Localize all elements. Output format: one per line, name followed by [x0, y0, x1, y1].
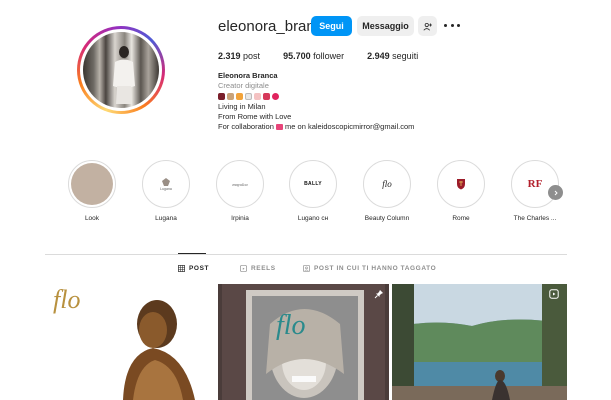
- highlight-label: The Charles ...: [513, 215, 557, 222]
- bio-line-3: For collaboration me on kaleidoscopicmir…: [218, 122, 414, 132]
- posts-stat: 2.319 post: [218, 51, 260, 61]
- post-tile-2[interactable]: flo: [218, 284, 389, 400]
- post-2-art-text: flo: [276, 310, 306, 341]
- more-options-icon[interactable]: [444, 18, 460, 32]
- highlight-cover: Lugana: [145, 163, 187, 205]
- bio-line-3-suffix: me on kaleidoscopicmirror@gmail.com: [282, 122, 415, 132]
- love-letter-emoji-icon: [275, 124, 283, 131]
- post-1-art-text: flo: [53, 285, 80, 314]
- highlight-lugano[interactable]: BALLY Lugano ᴄʜ: [283, 160, 343, 222]
- highlight-cover: BALLY: [292, 163, 334, 205]
- highlight-ring: flo: [363, 160, 411, 208]
- sparkle-emoji-icon: [254, 93, 261, 101]
- post-tile-3[interactable]: [392, 284, 567, 400]
- irpinia-logo-text: mayolca: [232, 181, 248, 187]
- avatar-inner: [80, 29, 162, 111]
- tab-reels[interactable]: REELS: [240, 265, 276, 272]
- tabs-divider: [45, 254, 567, 255]
- posts-label: post: [243, 51, 261, 61]
- heart-outline-emoji-icon: [245, 93, 252, 101]
- highlight-lugana[interactable]: Lugana Lugana: [136, 160, 196, 222]
- tab-tagged[interactable]: POST IN CUI TI HANNO TAGGATO: [303, 265, 436, 272]
- pinned-post-icon: [374, 290, 383, 299]
- bio-line-1: Living in Milan: [218, 101, 266, 111]
- highlight-cover: mayolca: [219, 163, 261, 205]
- bio-name: Eleonora Branca: [218, 71, 278, 80]
- followers-label: follower: [313, 51, 345, 61]
- highlight-ring: RF: [511, 160, 559, 208]
- follow-button[interactable]: Segui: [311, 16, 352, 36]
- fork-knife-emoji-icon: [227, 93, 234, 101]
- highlight-irpinia[interactable]: mayolca Irpinia: [210, 160, 270, 222]
- tab-tagged-label: POST IN CUI TI HANNO TAGGATO: [314, 265, 437, 272]
- bio-category: Creator digitale: [218, 81, 269, 91]
- highlight-ring: [437, 160, 485, 208]
- post-1-image: flo: [45, 284, 216, 400]
- chevron-right-icon: [554, 190, 558, 195]
- highlight-cover: RF: [514, 163, 556, 205]
- highlight-beauty-column[interactable]: flo Beauty Column: [357, 160, 417, 222]
- highlight-cover: flo: [366, 163, 408, 205]
- post-2-image: flo: [218, 284, 389, 400]
- tab-reels-label: REELS: [251, 265, 276, 272]
- bio-line-2: From Rome with Love: [218, 111, 292, 121]
- highlight-label: Beauty Column: [364, 215, 410, 222]
- highlight-ring: mayolca: [216, 160, 264, 208]
- highlight-label: Lugana: [155, 215, 177, 222]
- highlight-ring: [68, 160, 116, 208]
- bio-line-3-prefix: For collaboration: [218, 122, 276, 132]
- rome-crest-icon: [457, 179, 465, 190]
- following-count: 2.949: [367, 51, 390, 61]
- post-3-image: [392, 284, 567, 400]
- bio-emoji-row: [218, 92, 414, 102]
- highlight-label: Lugano ᴄʜ: [297, 215, 329, 222]
- add-user-icon: [423, 22, 432, 31]
- profile-bio: Eleonora Branca Creator digitale Living …: [218, 71, 414, 132]
- message-button[interactable]: Messaggio: [357, 16, 414, 36]
- lugana-logo-text: Lugana: [160, 186, 172, 191]
- highlight-cover: [440, 163, 482, 205]
- reel-post-icon: [549, 289, 559, 299]
- highlights-next-button[interactable]: [548, 185, 563, 200]
- profile-avatar[interactable]: [77, 26, 165, 114]
- followers-count: 95.700: [283, 51, 311, 61]
- highlight-ring: Lugana: [142, 160, 190, 208]
- highlight-rome[interactable]: Rome: [431, 160, 491, 222]
- avatar-figure: [113, 46, 135, 104]
- lips-emoji-icon: [272, 93, 279, 101]
- posts-count: 2.319: [218, 51, 241, 61]
- highlight-cover: [71, 163, 113, 205]
- highlight-label: Look: [84, 215, 100, 222]
- lugana-crest-icon: [162, 177, 170, 186]
- active-tab-indicator: [178, 253, 206, 254]
- tab-posts[interactable]: POST: [178, 265, 209, 272]
- highlight-label: Irpinia: [231, 215, 249, 222]
- rf-logo-text: RF: [527, 178, 543, 190]
- avatar-photo: [83, 32, 159, 108]
- grid-icon: [178, 265, 185, 272]
- following-stat[interactable]: 2.949 seguiti: [367, 51, 418, 61]
- highlight-ring: BALLY: [289, 160, 337, 208]
- reels-icon: [240, 265, 247, 272]
- profile-stats: 2.319 post 95.700 follower 2.949 seguiti: [218, 51, 441, 61]
- post-tile-1[interactable]: flo: [45, 284, 216, 400]
- followers-stat[interactable]: 95.700 follower: [283, 51, 344, 61]
- tagged-icon: [303, 265, 310, 272]
- bally-logo-text: BALLY: [304, 181, 322, 187]
- following-label: seguiti: [392, 51, 419, 61]
- tab-posts-label: POST: [189, 265, 210, 272]
- highlight-label: Rome: [452, 215, 470, 222]
- rose-emoji-icon: [263, 93, 270, 101]
- flo-logo-text: flo: [382, 179, 392, 189]
- wine-emoji-icon: [218, 93, 225, 101]
- highlight-look[interactable]: Look: [62, 160, 122, 222]
- add-user-button[interactable]: [418, 16, 437, 36]
- bee-emoji-icon: [236, 93, 243, 101]
